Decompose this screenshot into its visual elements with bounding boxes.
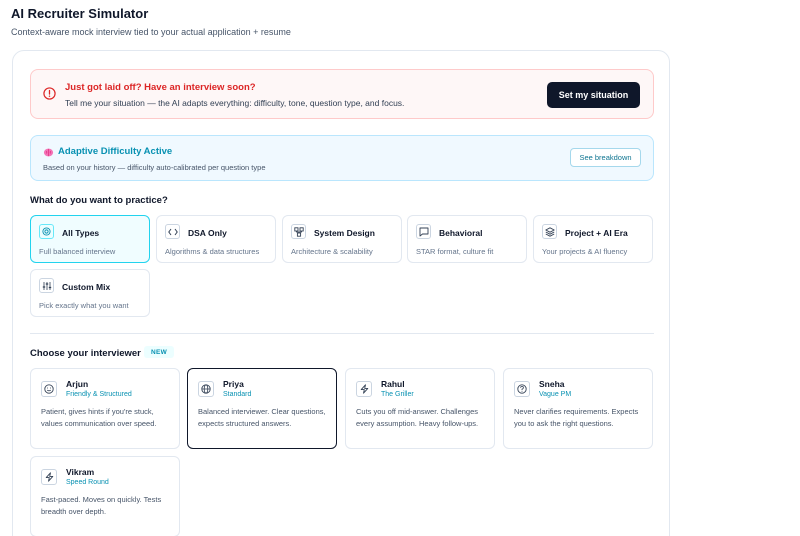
alert-title: Just got laid off? Have an interview soo… bbox=[65, 82, 256, 93]
interviewer-name: Priya bbox=[223, 379, 244, 389]
option-label: All Types bbox=[62, 228, 100, 238]
question-icon bbox=[514, 381, 530, 397]
new-badge: NEW bbox=[144, 346, 174, 358]
option-description: Architecture & scalability bbox=[291, 247, 373, 256]
adaptive-difficulty-panel: Adaptive Difficulty Active Based on your… bbox=[30, 135, 654, 181]
option-label: Custom Mix bbox=[62, 282, 111, 292]
interviewer-style: Friendly & Structured bbox=[66, 391, 132, 398]
option-description: Pick exactly what you want bbox=[39, 301, 129, 310]
see-breakdown-button[interactable]: See breakdown bbox=[570, 148, 641, 167]
target-icon bbox=[39, 224, 54, 239]
interviewer-style: Speed Round bbox=[66, 479, 109, 486]
network-icon bbox=[291, 224, 306, 239]
option-label: System Design bbox=[314, 228, 375, 238]
page-subtitle: Context-aware mock interview tied to you… bbox=[11, 27, 291, 37]
option-label: Behavioral bbox=[439, 228, 483, 238]
practice-option-all-types[interactable]: All Types Full balanced interview bbox=[30, 215, 150, 263]
option-label: DSA Only bbox=[188, 228, 227, 238]
brain-icon bbox=[43, 148, 54, 157]
interviewer-card-vikram[interactable]: Vikram Speed Round Fast-paced. Moves on … bbox=[30, 456, 180, 536]
adaptive-description: Based on your history — difficulty auto-… bbox=[43, 163, 266, 172]
interviewer-description: Cuts you off mid-answer. Challenges ever… bbox=[356, 407, 479, 428]
practice-option-project-ai-era[interactable]: Project + AI Era Your projects & AI flue… bbox=[533, 215, 653, 263]
interviewer-heading: Choose your interviewer bbox=[30, 348, 141, 359]
lightning-icon bbox=[41, 469, 57, 485]
alert-description: Tell me your situation — the AI adapts e… bbox=[65, 98, 405, 108]
interviewer-description: Never clarifies requirements. Expects yo… bbox=[514, 407, 639, 428]
interviewer-style: Standard bbox=[223, 391, 252, 398]
interviewer-name: Sneha bbox=[539, 379, 565, 389]
set-situation-button[interactable]: Set my situation bbox=[547, 82, 640, 108]
practice-option-custom-mix[interactable]: Custom Mix Pick exactly what you want bbox=[30, 269, 150, 317]
interviewer-style: Vague PM bbox=[539, 391, 572, 398]
sliders-icon bbox=[39, 278, 54, 293]
code-icon bbox=[165, 224, 180, 239]
globe-icon bbox=[198, 381, 214, 397]
interviewer-name: Arjun bbox=[66, 379, 89, 389]
interviewer-name: Vikram bbox=[66, 467, 95, 477]
option-description: Full balanced interview bbox=[39, 247, 116, 256]
option-description: Your projects & AI fluency bbox=[542, 247, 628, 256]
practice-option-dsa-only[interactable]: DSA Only Algorithms & data structures bbox=[156, 215, 276, 263]
layers-icon bbox=[542, 224, 557, 239]
interviewer-card-sneha[interactable]: Sneha Vague PM Never clarifies requireme… bbox=[503, 368, 653, 449]
practice-option-system-design[interactable]: System Design Architecture & scalability bbox=[282, 215, 402, 263]
adaptive-title: Adaptive Difficulty Active bbox=[58, 146, 173, 157]
main-card: Just got laid off? Have an interview soo… bbox=[12, 50, 670, 536]
option-description: Algorithms & data structures bbox=[165, 247, 260, 256]
situation-alert: Just got laid off? Have an interview soo… bbox=[30, 69, 654, 119]
interviewer-card-priya[interactable]: Priya Standard Balanced interviewer. Cle… bbox=[187, 368, 337, 449]
alert-circle-icon bbox=[43, 87, 56, 100]
section-divider bbox=[30, 333, 654, 334]
interviewer-description: Patient, gives hints if you're stuck, va… bbox=[41, 407, 157, 428]
page-header: AI Recruiter Simulator Context-aware moc… bbox=[11, 6, 291, 37]
interviewer-style: The Griller bbox=[381, 391, 414, 398]
smile-icon bbox=[41, 381, 57, 397]
practice-option-behavioral[interactable]: Behavioral STAR format, culture fit bbox=[407, 215, 527, 263]
interviewer-description: Balanced interviewer. Clear questions, e… bbox=[198, 407, 326, 428]
interviewer-card-arjun[interactable]: Arjun Friendly & Structured Patient, giv… bbox=[30, 368, 180, 449]
practice-heading: What do you want to practice? bbox=[30, 195, 168, 206]
lightning-icon bbox=[356, 381, 372, 397]
option-description: STAR format, culture fit bbox=[416, 247, 494, 256]
page-title: AI Recruiter Simulator bbox=[11, 6, 149, 21]
chat-icon bbox=[416, 224, 431, 239]
interviewer-description: Fast-paced. Moves on quickly. Tests brea… bbox=[41, 495, 162, 516]
interviewer-name: Rahul bbox=[381, 379, 405, 389]
interviewer-card-rahul[interactable]: Rahul The Griller Cuts you off mid-answe… bbox=[345, 368, 495, 449]
option-label: Project + AI Era bbox=[565, 228, 628, 238]
